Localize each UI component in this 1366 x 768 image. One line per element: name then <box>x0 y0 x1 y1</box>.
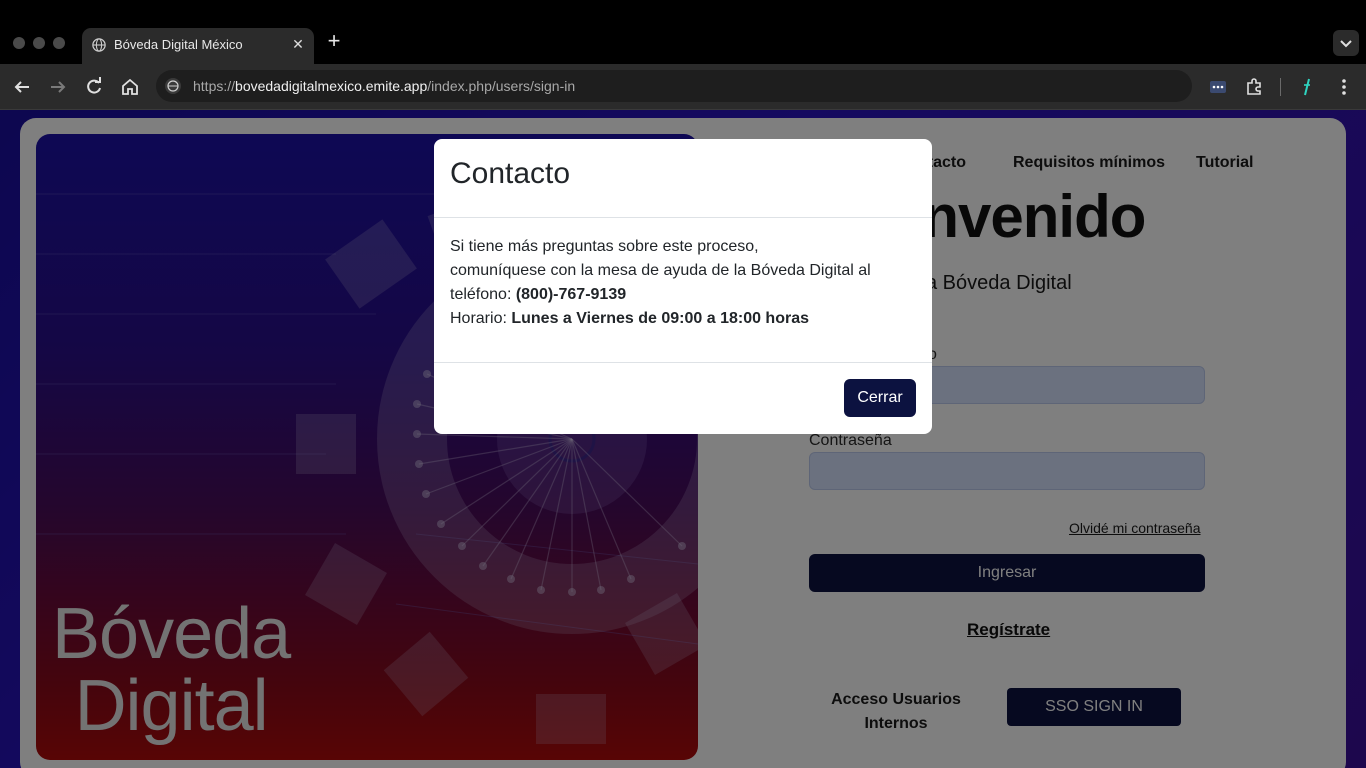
modal-footer: Cerrar <box>434 362 932 434</box>
new-tab-icon[interactable]: + <box>322 30 346 54</box>
puzzle-icon <box>1247 78 1261 95</box>
arrow-left-icon <box>14 81 29 93</box>
home-button[interactable] <box>117 74 143 100</box>
home-icon <box>122 78 138 95</box>
page-viewport: Bóveda Digital ntacto Requisitos mínimos… <box>0 110 1366 768</box>
phone-number: (800)-767-9139 <box>515 286 627 303</box>
window-close-dot[interactable] <box>13 37 25 49</box>
contact-modal: Contacto Si tiene más preguntas sobre es… <box>434 139 932 434</box>
browser-tab-active[interactable]: Bóveda Digital México ✕ <box>82 28 314 64</box>
arrow-right-icon <box>51 81 66 93</box>
url-host: bovedadigitalmexico.emite.app <box>235 78 428 94</box>
hours-prefix: Horario: <box>450 310 512 327</box>
extension-button[interactable] <box>1205 74 1231 100</box>
url-text: https://bovedadigitalmexico.emite.app/in… <box>193 78 575 94</box>
reload-button[interactable] <box>81 74 107 100</box>
modal-phone-line: teléfono: (800)-767-9139 <box>450 283 916 307</box>
hours-value: Lunes a Viernes de 09:00 a 18:00 horas <box>511 310 809 327</box>
close-button[interactable]: Cerrar <box>844 379 916 417</box>
password-manager-icon <box>1210 81 1226 93</box>
modal-body: Si tiene más preguntas sobre este proces… <box>450 235 916 331</box>
phone-prefix: teléfono: <box>450 286 516 303</box>
feather-icon <box>1304 78 1310 96</box>
profile-extension-button[interactable] <box>1294 74 1320 100</box>
toolbar-divider <box>1280 78 1281 96</box>
browser-toolbar: https://bovedadigitalmexico.emite.app/in… <box>0 64 1366 110</box>
modal-title: Contacto <box>450 157 571 190</box>
reload-icon <box>87 77 101 94</box>
browser-menu-button[interactable] <box>1331 74 1357 100</box>
window-minimize-dot[interactable] <box>33 37 45 49</box>
globe-icon <box>92 38 106 52</box>
modal-hours-line: Horario: Lunes a Viernes de 09:00 a 18:0… <box>450 307 916 331</box>
close-tab-icon[interactable]: ✕ <box>288 34 308 54</box>
tab-title: Bóveda Digital México <box>114 37 243 52</box>
url-path: /index.php/users/sign-in <box>427 78 576 94</box>
url-prefix: https:// <box>193 78 236 94</box>
tab-search-button[interactable] <box>1333 30 1359 56</box>
modal-text-line-2: comuníquese con la mesa de ayuda de la B… <box>450 262 871 279</box>
back-button[interactable] <box>9 74 35 100</box>
chevron-down-icon <box>1340 40 1352 48</box>
site-info-icon[interactable] <box>165 78 181 94</box>
window-maximize-dot[interactable] <box>53 37 65 49</box>
browser-tabbar: Bóveda Digital México ✕ + <box>0 0 1366 64</box>
address-bar[interactable]: https://bovedadigitalmexico.emite.app/in… <box>156 70 1192 102</box>
extensions-button[interactable] <box>1241 74 1267 100</box>
more-vertical-icon <box>1342 79 1346 95</box>
modal-text-line-1: Si tiene más preguntas sobre este proces… <box>450 238 759 255</box>
modal-header: Contacto <box>434 139 932 218</box>
forward-button[interactable] <box>45 74 71 100</box>
